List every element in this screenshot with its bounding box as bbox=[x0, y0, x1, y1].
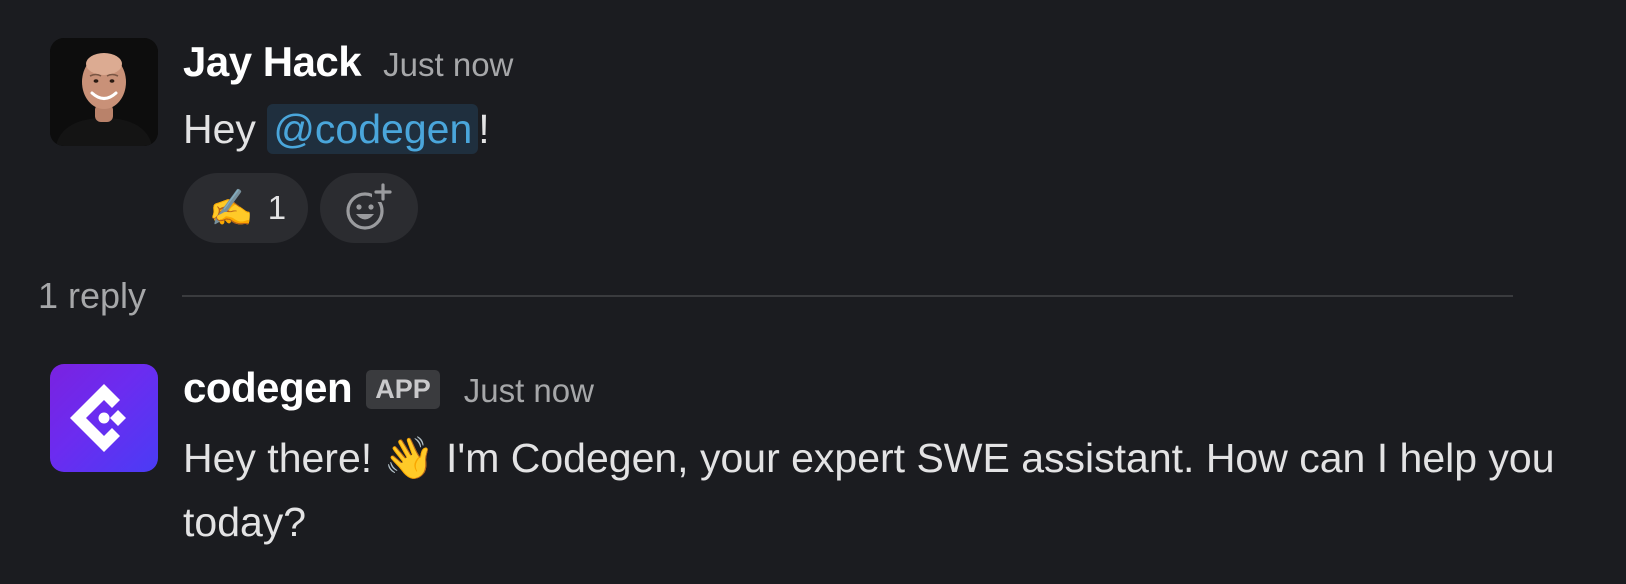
reaction-count: 1 bbox=[267, 189, 287, 226]
author-name[interactable]: Jay Hack bbox=[183, 38, 362, 86]
reactions-bar: ✍️ 1 bbox=[183, 173, 513, 243]
message-content: Jay Hack Just now Hey @codegen! ✍️ 1 bbox=[183, 38, 513, 243]
message-timestamp[interactable]: Just now bbox=[383, 46, 513, 84]
replies-divider: 1 reply bbox=[38, 275, 1513, 317]
message-reply: codegen APP Just now Hey there! 👋 I'm Co… bbox=[50, 364, 1583, 554]
codegen-logo-icon bbox=[70, 384, 126, 452]
person-avatar-image bbox=[50, 38, 158, 146]
message-text: Hey there! bbox=[183, 435, 384, 481]
avatar-codegen[interactable] bbox=[50, 364, 158, 472]
message-header: Jay Hack Just now bbox=[183, 38, 513, 90]
message-parent: Jay Hack Just now Hey @codegen! ✍️ 1 bbox=[50, 38, 513, 243]
message-timestamp[interactable]: Just now bbox=[464, 372, 594, 410]
reply-count: 1 reply bbox=[38, 275, 147, 316]
add-emoji-icon bbox=[346, 183, 392, 230]
divider-line bbox=[182, 295, 1513, 297]
avatar-jay-hack[interactable] bbox=[50, 38, 158, 146]
message-body: Hey @codegen! bbox=[183, 97, 513, 161]
message-text: Hey bbox=[183, 106, 268, 152]
message-content: codegen APP Just now Hey there! 👋 I'm Co… bbox=[183, 364, 1583, 554]
add-reaction-button[interactable] bbox=[320, 173, 418, 243]
app-badge: APP bbox=[366, 370, 440, 409]
message-body: Hey there! 👋 I'm Codegen, your expert SW… bbox=[183, 426, 1583, 554]
user-mention[interactable]: @codegen bbox=[267, 104, 479, 154]
thread-view: Jay Hack Just now Hey @codegen! ✍️ 1 1 r… bbox=[0, 0, 1626, 584]
waving-hand-emoji: 👋 bbox=[383, 435, 435, 481]
message-text-end: ! bbox=[478, 106, 490, 152]
message-header: codegen APP Just now bbox=[183, 364, 1583, 416]
author-name[interactable]: codegen bbox=[183, 364, 353, 412]
writing-hand-emoji: ✍️ bbox=[208, 187, 254, 228]
reaction-writing-hand[interactable]: ✍️ 1 bbox=[183, 173, 308, 243]
